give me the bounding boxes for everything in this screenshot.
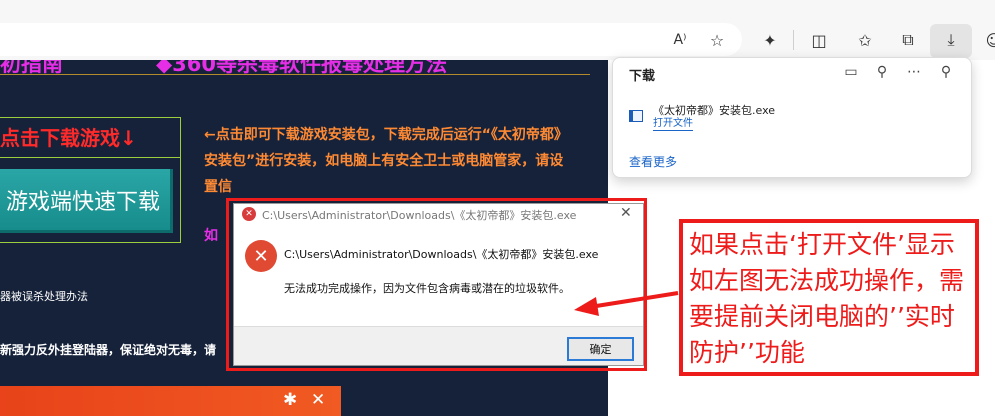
annotation-note: 如果点击‘打开文件’显示如左图无法成功操作，需要提前关闭电脑的’’实时防护’’功… <box>679 219 979 376</box>
